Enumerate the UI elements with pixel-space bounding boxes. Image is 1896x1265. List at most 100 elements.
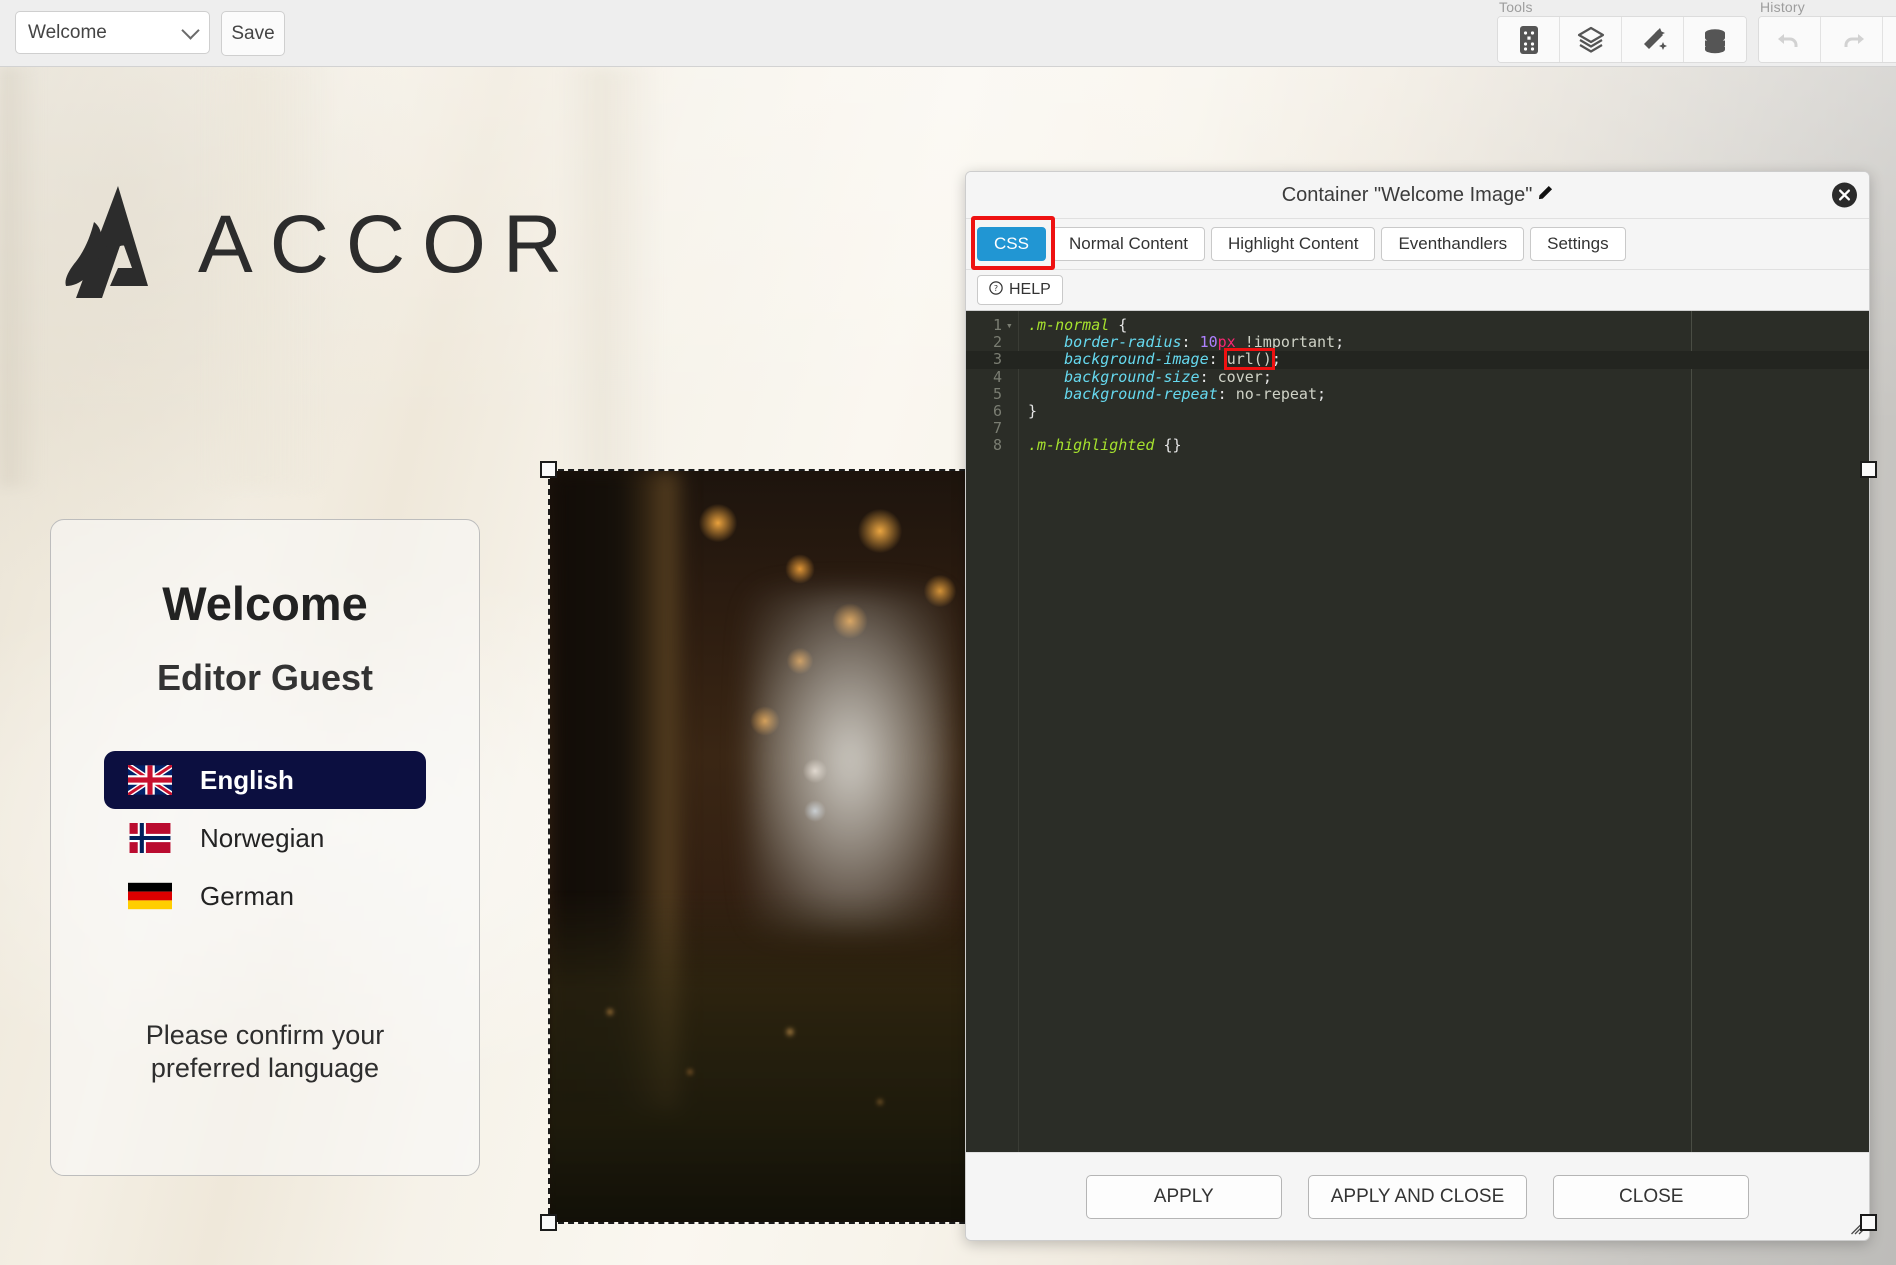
welcome-title: Welcome (162, 577, 368, 630)
device-preview-button[interactable] (1498, 17, 1560, 62)
accor-bird-icon (60, 182, 172, 307)
code-line[interactable]: 5 background-repeat: no-repeat; (966, 384, 1869, 403)
dialog-sub-toolbar: ? HELP (966, 270, 1869, 311)
dialog-title: Container "Welcome Image" (1281, 183, 1533, 206)
germany-flag-icon (128, 881, 172, 911)
tab-eventhandlers[interactable]: Eventhandlers (1381, 227, 1525, 261)
close-icon[interactable] (1832, 182, 1857, 208)
code-line[interactable]: 6} (966, 401, 1869, 420)
save-button[interactable]: Save (221, 11, 285, 56)
norway-flag-icon (128, 823, 172, 853)
layers-icon (1577, 26, 1605, 54)
code-token: 10 (1199, 333, 1218, 352)
apply-button[interactable]: APPLY (1085, 1174, 1282, 1219)
history-group-label: History (1760, 0, 1805, 15)
redo-icon (1838, 28, 1866, 52)
line-number: 4 (992, 367, 1002, 386)
code-token: .m-highlighted (1028, 436, 1155, 455)
code-token: background-image (1064, 350, 1209, 369)
line-number: 7 (992, 419, 1002, 438)
code-line[interactable]: 4 background-size: cover; (966, 367, 1869, 386)
tools-group-label: Tools (1499, 0, 1533, 15)
tab-label: Highlight Content (1228, 234, 1359, 253)
css-code-editor[interactable]: 1 ▾ .m-normal {2 border-radius: 10px !impo… (966, 311, 1869, 1201)
tab-normal-content[interactable]: Normal Content (1051, 227, 1206, 261)
editor-code-area[interactable]: 1 ▾ .m-normal {2 border-radius: 10px !impo… (966, 316, 1869, 455)
undo-button[interactable] (1759, 17, 1821, 62)
language-option-norwegian[interactable]: Norwegian (104, 809, 426, 867)
page-select-dropdown[interactable]: Welcome (15, 11, 210, 54)
code-text: .m-normal { (1028, 316, 1127, 334)
code-token: : (1199, 367, 1218, 386)
code-token: : (1217, 384, 1236, 403)
language-option-german[interactable]: German (104, 867, 426, 925)
line-number: 2 (992, 333, 1002, 352)
code-line[interactable]: 1 ▾ .m-normal { (966, 316, 1869, 334)
code-line[interactable]: 7 (966, 419, 1869, 438)
code-token: .m-normal (1028, 316, 1110, 334)
dialog-tab-bar: CSS Normal Content Highlight Content Eve… (966, 216, 1869, 270)
accor-logo-text: ACCOR (198, 198, 580, 290)
line-number: 8 (992, 436, 1002, 455)
code-token: } (1028, 401, 1038, 420)
database-button[interactable] (1684, 17, 1746, 62)
tab-label: Settings (1547, 234, 1609, 253)
code-token: border-radius (1064, 333, 1182, 352)
uk-flag-icon (126, 762, 174, 798)
selection-handle-bottom-right[interactable] (1860, 1214, 1877, 1231)
question-circle-icon: ? (989, 280, 1003, 300)
code-text: background-size: cover; (1028, 367, 1272, 386)
selection-handle-top-right[interactable] (1860, 461, 1877, 478)
code-token: : (1181, 333, 1200, 352)
code-token: background-repeat (1064, 384, 1218, 403)
line-number: 3 (992, 350, 1002, 369)
close-button[interactable]: CLOSE (1553, 1174, 1750, 1219)
language-label: German (200, 880, 294, 911)
tab-css[interactable]: CSS (977, 227, 1046, 261)
code-line[interactable]: 3 background-image: url(); (966, 350, 1869, 369)
tab-label: CSS (994, 234, 1029, 253)
line-number: 6 (992, 401, 1002, 420)
language-option-english[interactable]: English (104, 751, 426, 809)
help-button[interactable]: ? HELP (977, 275, 1063, 305)
layers-button[interactable] (1560, 17, 1622, 62)
code-text: background-repeat: no-repeat; (1028, 384, 1326, 403)
dialog-header: Container "Welcome Image" (966, 172, 1869, 219)
help-button-label: HELP (1009, 281, 1051, 298)
download-button[interactable] (1883, 17, 1896, 62)
photo-pillar (550, 471, 680, 1111)
page-select-value: Welcome (28, 21, 107, 43)
code-token: background-size (1064, 367, 1200, 386)
top-toolbar: Welcome Save Tools History (0, 0, 1896, 67)
line-number: 5 (992, 384, 1002, 403)
fold-arrow-icon[interactable]: ▾ (1006, 317, 1013, 334)
code-line[interactable]: 8 .m-highlighted {} (966, 437, 1869, 454)
apply-and-close-button-label: APPLY AND CLOSE (1330, 1185, 1505, 1207)
code-text: .m-highlighted {} (1028, 437, 1182, 454)
accor-logo: ACCOR (60, 182, 660, 307)
code-token: no-repeat (1235, 384, 1317, 403)
save-button-label: Save (231, 22, 275, 44)
magic-wand-button[interactable] (1622, 17, 1684, 62)
container-settings-dialog[interactable]: Container "Welcome Image" CSS Normal Con… (965, 171, 1870, 1241)
tab-settings[interactable]: Settings (1530, 227, 1626, 261)
language-label: Norwegian (200, 822, 325, 853)
tab-highlight-content[interactable]: Highlight Content (1211, 227, 1376, 261)
selection-handle-top-left[interactable] (540, 461, 557, 478)
device-preview-icon (1518, 25, 1540, 55)
dialog-footer: APPLY APPLY AND CLOSE CLOSE (966, 1152, 1869, 1240)
history-button-group (1758, 16, 1896, 63)
redo-button[interactable] (1821, 17, 1883, 62)
code-line[interactable]: 2 border-radius: 10px !important; (966, 333, 1869, 352)
apply-button-label: APPLY (1153, 1185, 1214, 1207)
selection-handle-bottom-left[interactable] (540, 1214, 557, 1231)
apply-and-close-button[interactable]: APPLY AND CLOSE (1307, 1174, 1528, 1219)
chevron-down-icon (181, 20, 200, 40)
pencil-icon[interactable] (1538, 185, 1553, 205)
welcome-subtitle: Editor Guest (156, 657, 374, 698)
svg-text:?: ? (994, 284, 998, 293)
code-token: {} (1154, 436, 1182, 455)
